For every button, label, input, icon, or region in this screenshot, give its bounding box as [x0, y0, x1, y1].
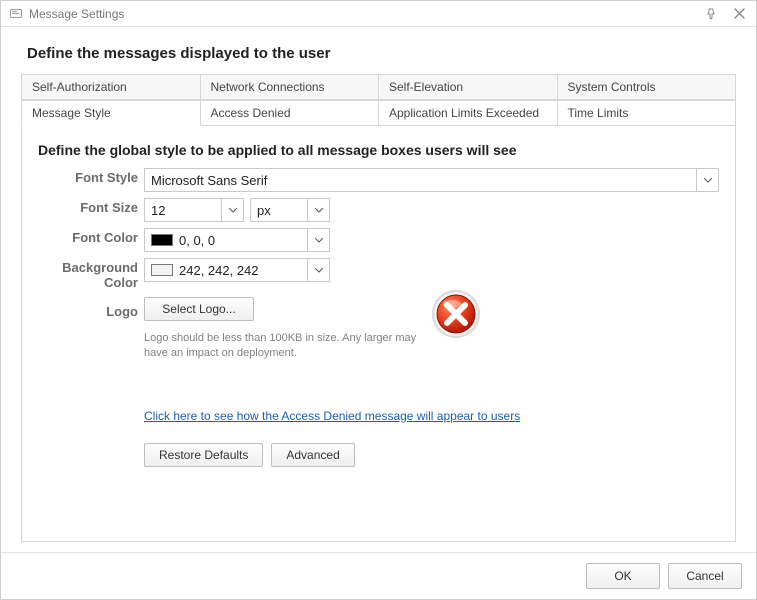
label-font-color: Font Color — [38, 228, 138, 246]
section-heading: Define the global style to be applied to… — [38, 142, 719, 158]
tab-time-limits[interactable]: Time Limits — [558, 100, 737, 126]
tab-network-connections[interactable]: Network Connections — [201, 74, 380, 100]
content-area: Define the messages displayed to the use… — [1, 27, 756, 552]
app-icon — [9, 7, 23, 21]
font-color-combo[interactable]: 0, 0, 0 — [144, 228, 330, 252]
select-logo-button[interactable]: Select Logo... — [144, 297, 254, 321]
tab-self-elevation[interactable]: Self-Elevation — [379, 74, 558, 100]
font-style-dropdown-button[interactable] — [696, 169, 718, 191]
font-style-combo[interactable]: Microsoft Sans Serif — [144, 168, 719, 192]
font-size-combo[interactable]: 12 — [144, 198, 244, 222]
font-size-dropdown-button[interactable] — [221, 199, 243, 221]
font-color-swatch — [151, 234, 173, 246]
error-icon — [430, 288, 482, 340]
message-style-panel: Define the global style to be applied to… — [21, 126, 736, 542]
tab-self-authorization[interactable]: Self-Authorization — [21, 74, 201, 100]
logo-hint: Logo should be less than 100KB in size. … — [144, 331, 424, 361]
dialog-footer: OK Cancel — [1, 552, 756, 599]
message-settings-dialog: Message Settings Define the messages dis… — [0, 0, 757, 600]
tab-message-style[interactable]: Message Style — [21, 100, 201, 126]
pin-button[interactable] — [702, 5, 720, 23]
label-font-size: Font Size — [38, 198, 138, 216]
font-size-unit-combo[interactable]: px — [250, 198, 330, 222]
window-title: Message Settings — [29, 7, 124, 21]
cancel-button[interactable]: Cancel — [668, 563, 742, 589]
tabstrip-row-2: Message Style Access Denied Application … — [21, 100, 736, 127]
restore-defaults-button[interactable]: Restore Defaults — [144, 443, 263, 467]
tab-application-limits-exceeded[interactable]: Application Limits Exceeded — [379, 100, 558, 126]
advanced-button[interactable]: Advanced — [271, 443, 354, 467]
preview-link[interactable]: Click here to see how the Access Denied … — [144, 409, 520, 423]
close-button[interactable] — [730, 5, 748, 23]
tab-access-denied[interactable]: Access Denied — [201, 100, 380, 126]
label-font-style: Font Style — [38, 168, 138, 186]
page-title: Define the messages displayed to the use… — [27, 45, 736, 62]
font-color-value: 0, 0, 0 — [173, 233, 307, 248]
titlebar: Message Settings — [1, 1, 756, 27]
label-background-color: Background Color — [38, 258, 138, 291]
tabstrip-row-1: Self-Authorization Network Connections S… — [21, 74, 736, 101]
font-size-unit-dropdown-button[interactable] — [307, 199, 329, 221]
font-size-unit-value: px — [251, 203, 307, 218]
font-style-value: Microsoft Sans Serif — [145, 173, 696, 188]
font-size-value: 12 — [145, 203, 221, 218]
form-grid: Font Style Microsoft Sans Serif Font Siz… — [38, 168, 719, 467]
ok-button[interactable]: OK — [586, 563, 660, 589]
background-color-swatch — [151, 264, 173, 276]
background-color-value: 242, 242, 242 — [173, 263, 307, 278]
label-logo: Logo — [38, 297, 138, 320]
tab-system-controls[interactable]: System Controls — [558, 74, 737, 100]
background-color-dropdown-button[interactable] — [307, 259, 329, 281]
background-color-combo[interactable]: 242, 242, 242 — [144, 258, 330, 282]
font-color-dropdown-button[interactable] — [307, 229, 329, 251]
